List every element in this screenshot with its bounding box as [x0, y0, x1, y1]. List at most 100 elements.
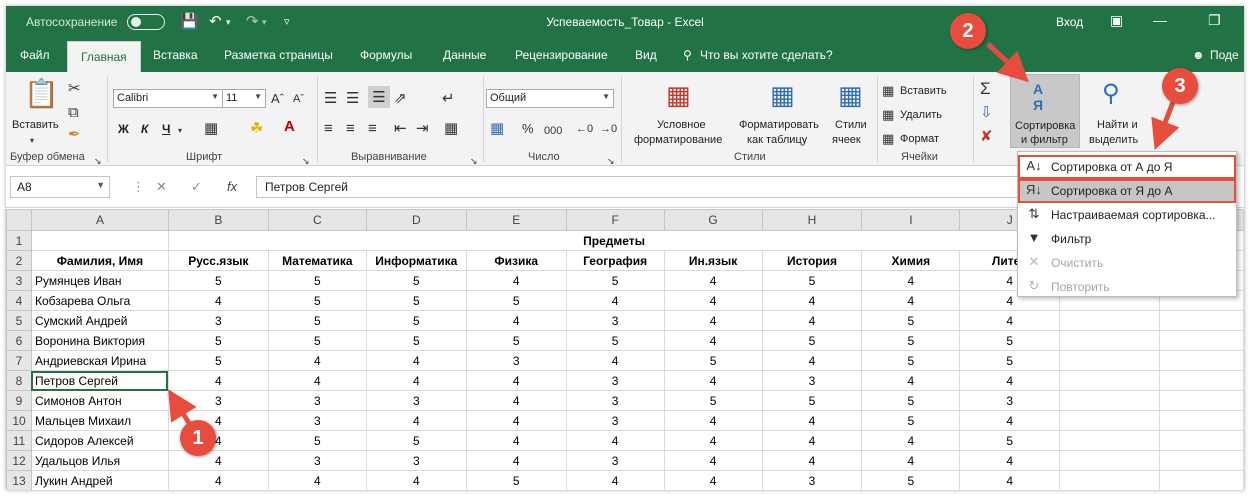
cut-icon[interactable]: ✂ — [68, 80, 81, 98]
tab-file[interactable]: Файл — [20, 48, 50, 62]
minimize-icon[interactable]: — — [1153, 12, 1167, 28]
grade-cell[interactable]: 5 — [365, 330, 467, 351]
grade-cell[interactable]: 3 — [565, 370, 665, 391]
column-title[interactable]: Химия — [861, 250, 961, 271]
column-title[interactable]: Русс.язык — [167, 250, 269, 271]
column-title[interactable]: Информатика — [365, 250, 467, 271]
grade-cell[interactable]: 5 — [365, 430, 467, 451]
column-title[interactable]: География — [565, 250, 665, 271]
tab-view[interactable]: Вид — [635, 48, 657, 62]
italic-button[interactable]: К — [141, 122, 148, 136]
cell[interactable] — [1059, 390, 1161, 411]
tab-formulas[interactable]: Формулы — [360, 48, 412, 62]
row-header[interactable]: 6 — [6, 330, 32, 351]
menu-item-clear-filter[interactable]: ✕ Очистить — [1018, 251, 1236, 275]
grade-cell[interactable]: 5 — [167, 350, 269, 371]
wrap-text-icon[interactable]: ↵ — [442, 90, 455, 108]
grade-cell[interactable]: 4 — [663, 410, 763, 431]
grade-cell[interactable]: 3 — [959, 390, 1061, 411]
grade-cell[interactable]: 3 — [761, 470, 863, 490]
menu-item-reapply[interactable]: ↻ Повторить — [1018, 275, 1236, 299]
format-as-table-label-1[interactable]: Форматировать — [739, 118, 819, 133]
grade-cell[interactable]: 4 — [761, 410, 863, 431]
align-center-icon[interactable]: ≡ — [346, 120, 355, 138]
find-select-icon[interactable]: ⚲ — [1102, 80, 1120, 108]
grade-cell[interactable]: 5 — [167, 330, 269, 351]
grade-cell[interactable]: 5 — [465, 330, 567, 351]
cell[interactable] — [1159, 410, 1244, 431]
grade-cell[interactable]: 4 — [761, 350, 863, 371]
cell[interactable] — [1159, 350, 1244, 371]
name-cell[interactable]: Андриевская Ирина — [30, 350, 169, 371]
delete-cells-button[interactable]: Удалить — [900, 108, 942, 123]
ribbon-options-icon[interactable]: ▣ — [1110, 12, 1123, 29]
tab-review[interactable]: Рецензирование — [515, 48, 608, 62]
grade-cell[interactable]: 5 — [267, 270, 367, 291]
grade-cell[interactable]: 3 — [565, 410, 665, 431]
row-header[interactable]: 1 — [6, 230, 32, 251]
paste-icon[interactable]: 📋 — [24, 78, 59, 110]
name-cell[interactable]: Удальцов Илья — [30, 450, 169, 471]
format-as-table-label-2[interactable]: как таблицу — [747, 133, 807, 148]
column-header-d[interactable]: D — [365, 209, 467, 231]
grade-cell[interactable]: 5 — [861, 390, 961, 411]
column-header-e[interactable]: E — [465, 209, 567, 231]
grade-cell[interactable]: 3 — [365, 390, 467, 411]
column-title[interactable]: Фамилия, Имя — [30, 250, 169, 271]
grade-cell[interactable]: 4 — [365, 370, 467, 391]
column-header-i[interactable]: I — [861, 209, 961, 231]
grade-cell[interactable]: 5 — [365, 270, 467, 291]
grade-cell[interactable]: 5 — [465, 470, 567, 490]
shrink-font-icon[interactable]: Aˇ — [293, 90, 304, 108]
selected-cell-a8[interactable]: Петров Сергей — [30, 370, 169, 391]
grade-cell[interactable]: 4 — [761, 290, 863, 311]
grade-cell[interactable]: 3 — [267, 450, 367, 471]
percent-button[interactable]: % — [522, 120, 534, 138]
subjects-group-header[interactable]: Предметы — [167, 230, 1061, 251]
enter-icon[interactable]: ✓ — [191, 179, 202, 195]
grade-cell[interactable]: 3 — [565, 390, 665, 411]
underline-button[interactable]: Ч — [162, 122, 170, 136]
cancel-icon[interactable]: ✕ — [156, 179, 167, 195]
grade-cell[interactable]: 4 — [861, 370, 961, 391]
merge-center-icon[interactable]: ▦ — [444, 120, 458, 138]
grade-cell[interactable]: 4 — [465, 410, 567, 431]
autosum-icon[interactable]: Σ — [980, 80, 991, 98]
decrease-indent-icon[interactable]: ⇤ — [394, 120, 407, 138]
cell[interactable] — [1159, 370, 1244, 391]
cell[interactable] — [1059, 470, 1161, 490]
restore-icon[interactable]: ❐ — [1208, 12, 1221, 29]
grade-cell[interactable]: 5 — [365, 290, 467, 311]
grade-cell[interactable]: 5 — [365, 310, 467, 331]
grade-cell[interactable]: 3 — [565, 310, 665, 331]
grade-cell[interactable]: 5 — [663, 350, 763, 371]
cell[interactable] — [1159, 430, 1244, 451]
grade-cell[interactable]: 5 — [861, 470, 961, 490]
cell[interactable] — [1059, 310, 1161, 331]
menu-item-sort-za[interactable]: Я↓ Сортировка от Я до А — [1018, 179, 1236, 203]
grade-cell[interactable]: 4 — [565, 290, 665, 311]
grade-cell[interactable]: 4 — [565, 430, 665, 451]
name-cell[interactable]: Сумский Андрей — [30, 310, 169, 331]
grade-cell[interactable]: 4 — [365, 350, 467, 371]
grade-cell[interactable]: 5 — [267, 330, 367, 351]
grade-cell[interactable]: 4 — [465, 390, 567, 411]
grade-cell[interactable]: 4 — [959, 370, 1061, 391]
column-title[interactable]: Математика — [267, 250, 367, 271]
grade-cell[interactable]: 3 — [565, 450, 665, 471]
clear-icon[interactable]: ✘ — [980, 128, 993, 146]
cell[interactable] — [1159, 450, 1244, 471]
grade-cell[interactable]: 3 — [465, 350, 567, 371]
row-header[interactable]: 7 — [6, 350, 32, 371]
tell-me-box[interactable]: Что вы хотите сделать? — [700, 48, 833, 62]
grade-cell[interactable]: 5 — [861, 330, 961, 351]
row-header[interactable]: 5 — [6, 310, 32, 331]
grade-cell[interactable]: 4 — [761, 430, 863, 451]
grade-cell[interactable]: 5 — [959, 350, 1061, 371]
cell-styles-label-2[interactable]: ячеек — [832, 133, 861, 148]
thousands-button[interactable]: 000 — [544, 122, 562, 140]
grade-cell[interactable]: 3 — [761, 370, 863, 391]
grade-cell[interactable]: 4 — [663, 270, 763, 291]
cell[interactable] — [1059, 410, 1161, 431]
column-header-c[interactable]: C — [267, 209, 367, 231]
